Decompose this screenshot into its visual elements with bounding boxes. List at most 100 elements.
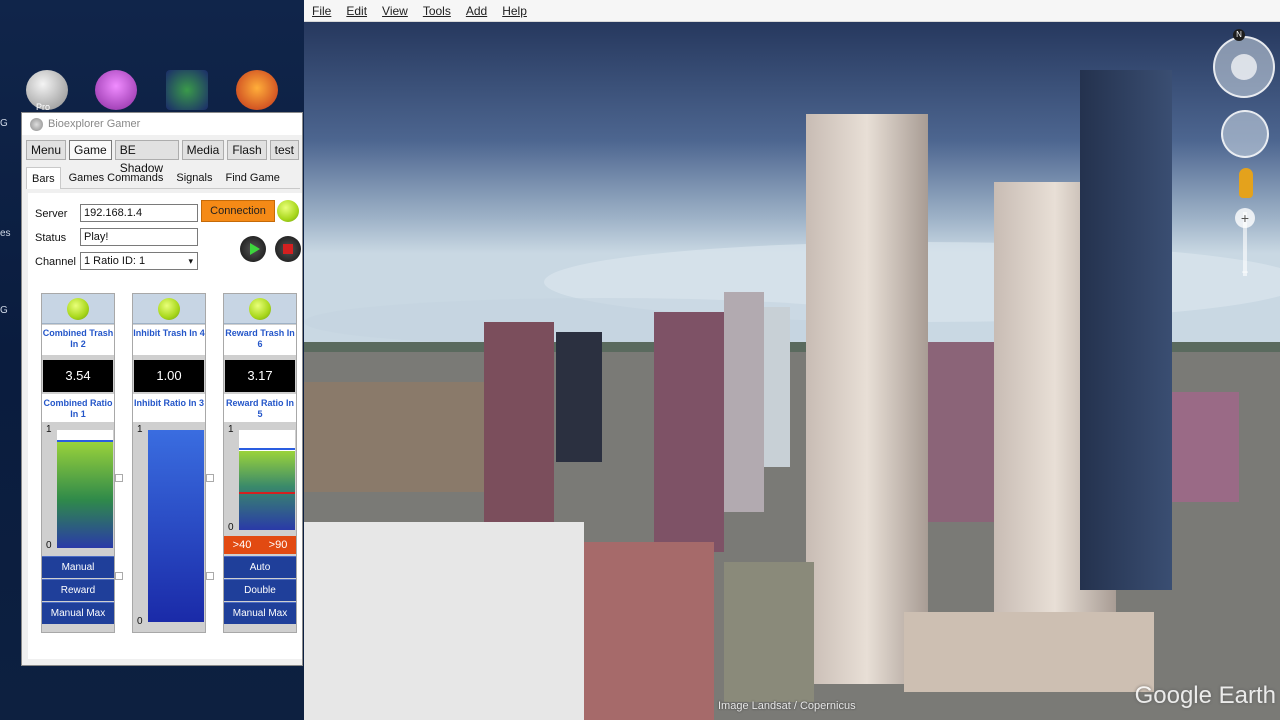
slider-handle[interactable] xyxy=(206,572,214,580)
menu-add[interactable]: Add xyxy=(466,4,487,18)
combined-trash-label: Combined Trash In 2 xyxy=(42,325,114,355)
move-control[interactable] xyxy=(1221,110,1269,158)
manual-button[interactable]: Manual xyxy=(42,556,114,578)
imagery-credit: Image Landsat / Copernicus xyxy=(718,700,856,712)
combined-trash-led xyxy=(67,298,89,320)
sub-tab-bar: Bars Games Commands Signals Find Game xyxy=(26,166,300,189)
play-icon xyxy=(250,243,260,255)
reward-ratio-label: Reward Ratio In 5 xyxy=(224,394,296,422)
channel-select-value: 1 Ratio ID: 1 xyxy=(84,255,146,267)
menu-view[interactable]: View xyxy=(382,4,408,18)
reward-button[interactable]: Reward xyxy=(42,579,114,601)
ratio-checkbox[interactable] xyxy=(115,474,123,482)
chevron-down-icon: ▾ xyxy=(188,256,193,266)
combined-ratio-value: 3.54 xyxy=(43,360,113,392)
reward-ratio-value: 3.17 xyxy=(225,360,295,392)
inhibit-bar-fill xyxy=(148,430,204,622)
threshold-40: >40 xyxy=(232,539,252,551)
scale-bottom: 0 xyxy=(137,616,143,627)
inhibit-trash-led xyxy=(158,298,180,320)
tab-flash[interactable]: Flash xyxy=(227,140,267,160)
google-earth-pro-desktop-icon[interactable]: Pro xyxy=(26,70,68,112)
eye-icon xyxy=(1231,54,1257,80)
scale-bottom: 0 xyxy=(46,540,52,551)
ratio-checkbox[interactable] xyxy=(206,474,214,482)
connection-button[interactable]: Connection xyxy=(201,200,275,222)
tab-media[interactable]: Media xyxy=(181,140,225,160)
status-label: Status xyxy=(35,232,67,244)
app-icon xyxy=(30,117,43,131)
look-around-control[interactable] xyxy=(1213,36,1275,98)
threshold-line xyxy=(239,492,295,494)
top-tab-bar: Menu Game BE Shadow Media Flash test xyxy=(26,140,302,175)
earth-3d-view[interactable]: Image Landsat / Copernicus Google Earth xyxy=(304,22,1280,720)
desktop-icon-label: Pro xyxy=(36,102,51,112)
scale-bottom: 0 xyxy=(228,522,234,533)
server-input[interactable]: 192.168.1.4 xyxy=(80,204,198,222)
menu-edit[interactable]: Edit xyxy=(346,4,367,18)
connection-status-led xyxy=(277,200,299,222)
inhibit-meter-column: Inhibit Trash In 4 1.00 Inhibit Ratio In… xyxy=(132,293,214,633)
brain-map-desktop-icon[interactable] xyxy=(166,70,208,110)
threshold-line xyxy=(239,448,295,450)
window-titlebar[interactable]: Bioexplorer Gamer xyxy=(22,113,302,135)
channel-select[interactable]: 1 Ratio ID: 1 ▾ xyxy=(80,252,198,270)
tab-bars[interactable]: Bars xyxy=(26,166,61,189)
reward-bar-fill xyxy=(239,451,295,530)
desktop-edge-text: G xyxy=(0,118,8,129)
window-title: Bioexplorer Gamer xyxy=(48,118,141,130)
tab-find-game[interactable]: Find Game xyxy=(220,172,284,184)
threshold-indicator: >40 >90 xyxy=(224,536,296,554)
scale-top: 1 xyxy=(228,424,234,435)
combined-meter-column: Combined Trash In 2 3.54 Combined Ratio … xyxy=(41,293,123,633)
google-earth-logo: Google Earth xyxy=(1134,682,1276,709)
led-box xyxy=(42,294,114,324)
tab-games-commands[interactable]: Games Commands xyxy=(64,172,169,184)
inhibit-trash-label: Inhibit Trash In 4 xyxy=(133,325,205,355)
reward-trash-label: Reward Trash In 6 xyxy=(224,325,296,355)
menu-bar: File Edit View Tools Add Help xyxy=(304,0,1280,22)
tab-test[interactable]: test xyxy=(269,140,299,160)
reward-ratio-bar xyxy=(239,430,295,530)
channel-label: Channel xyxy=(35,256,76,268)
threshold-90: >90 xyxy=(268,539,288,551)
podcast-desktop-icon[interactable] xyxy=(95,70,137,110)
tab-menu[interactable]: Menu xyxy=(26,140,67,160)
server-label: Server xyxy=(35,208,68,220)
compass-north-icon[interactable]: N xyxy=(1233,29,1245,41)
tab-game[interactable]: Game xyxy=(69,140,112,160)
play-button[interactable] xyxy=(240,236,266,262)
status-field: Play! xyxy=(80,228,198,246)
stop-button[interactable] xyxy=(275,236,301,262)
double-button[interactable]: Double xyxy=(224,579,296,601)
bioexplorer-gamer-window: Bioexplorer Gamer Menu Game BE Shadow Me… xyxy=(21,112,303,666)
zoom-in-button[interactable]: + xyxy=(1235,208,1255,228)
auto-button[interactable]: Auto xyxy=(224,556,296,578)
inhibit-ratio-value: 1.00 xyxy=(134,360,204,392)
tab-be-shadow[interactable]: BE Shadow xyxy=(114,140,179,175)
manual-max-button[interactable]: Manual Max xyxy=(224,602,296,624)
menu-tools[interactable]: Tools xyxy=(423,4,451,18)
slider-handle[interactable] xyxy=(115,572,123,580)
stop-icon xyxy=(283,244,293,254)
led-box xyxy=(224,294,296,324)
tab-signals[interactable]: Signals xyxy=(171,172,217,184)
street-view-pegman-icon[interactable] xyxy=(1239,168,1253,198)
brain-activity-desktop-icon[interactable] xyxy=(236,70,278,110)
led-box xyxy=(133,294,205,324)
combined-ratio-bar xyxy=(57,430,113,548)
inhibit-ratio-label: Inhibit Ratio In 3 xyxy=(133,394,205,422)
city-scene-illustration xyxy=(304,22,1280,720)
desktop-edge-text: es xyxy=(0,228,11,239)
combined-ratio-label: Combined Ratio In 1 xyxy=(42,394,114,422)
combined-bar-fill xyxy=(57,440,113,548)
zoom-out-button[interactable]: − xyxy=(1238,266,1252,278)
menu-file[interactable]: File xyxy=(312,4,331,18)
scale-top: 1 xyxy=(137,424,143,435)
google-earth-window: File Edit View Tools Add Help Image Land… xyxy=(304,0,1280,720)
menu-help[interactable]: Help xyxy=(502,4,527,18)
reward-meter-column: Reward Trash In 6 3.17 Reward Ratio In 5… xyxy=(223,293,297,633)
bars-panel: Server 192.168.1.4 Connection Status Pla… xyxy=(28,193,302,659)
manual-max-button[interactable]: Manual Max xyxy=(42,602,114,624)
inhibit-ratio-bar xyxy=(148,430,204,622)
